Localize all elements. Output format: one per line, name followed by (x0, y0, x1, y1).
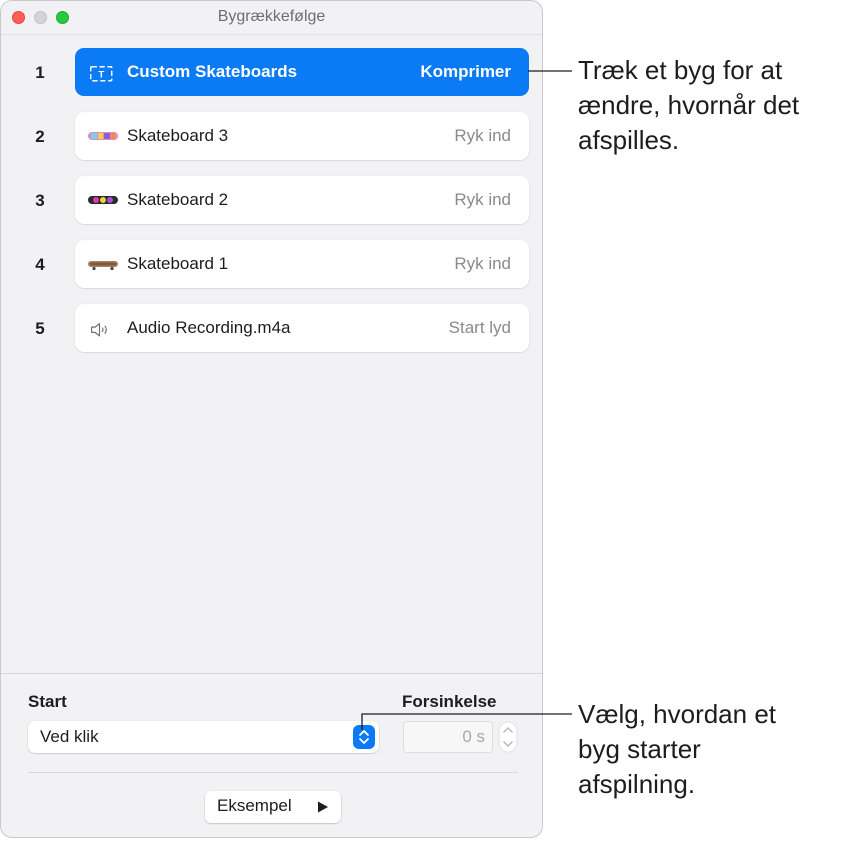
text-box-icon: T (90, 66, 113, 82)
build-number: 3 (35, 191, 45, 210)
build-label: Custom Skateboards (127, 62, 298, 81)
start-value: Ved klik (40, 727, 99, 746)
build-number: 4 (35, 255, 45, 274)
build-effect: Ryk ind (454, 126, 511, 145)
start-popup-menu[interactable]: Ved klik (28, 721, 379, 753)
build-number: 2 (35, 127, 45, 146)
build-effect: Start lyd (448, 318, 511, 337)
skateboard-1-thumbnail (88, 261, 118, 271)
build-row-skateboard-1[interactable]: Skateboard 1 Ryk ind (75, 240, 529, 288)
speaker-icon (91, 323, 107, 337)
skateboard-2-thumbnail (88, 196, 118, 204)
panel-divider (1, 673, 542, 674)
build-effect: Ryk ind (454, 190, 511, 209)
callout-leader-bottom (361, 713, 572, 730)
build-row-skateboard-2[interactable]: Skateboard 2 Ryk ind (75, 176, 529, 224)
build-label: Audio Recording.m4a (127, 318, 291, 337)
build-number: 5 (35, 319, 45, 338)
build-label: Skateboard 2 (127, 190, 229, 209)
build-label: Skateboard 3 (127, 126, 229, 145)
callout-choose-start: Vælg, hvordan et byg starter afspilning. (578, 699, 777, 799)
callout-leader-top (528, 70, 572, 72)
build-effect: Ryk ind (454, 254, 511, 273)
build-row-audio-recording[interactable]: Audio Recording.m4a Start lyd (75, 304, 529, 352)
build-label: Skateboard 1 (127, 254, 229, 273)
title-bar: Bygrækkefølge (1, 1, 542, 35)
build-effect: Komprimer (420, 62, 511, 81)
callout-drag-build: Træk et byg for at ændre, hvornår det af… (578, 55, 800, 155)
start-label: Start (28, 692, 67, 711)
build-number: 1 (35, 63, 45, 82)
title-divider (1, 34, 542, 35)
preview-button[interactable]: Eksempel (205, 791, 341, 823)
build-row-skateboard-3[interactable]: Skateboard 3 Ryk ind (75, 112, 529, 160)
skateboard-3-thumbnail (88, 132, 118, 140)
preview-label: Eksempel (217, 796, 292, 815)
preview-divider (28, 772, 518, 773)
window-title: Bygrækkefølge (217, 8, 326, 25)
build-row-custom-skateboards[interactable]: T Custom Skateboards Komprimer (75, 48, 529, 96)
play-icon (318, 801, 328, 813)
svg-text:T: T (98, 69, 104, 80)
